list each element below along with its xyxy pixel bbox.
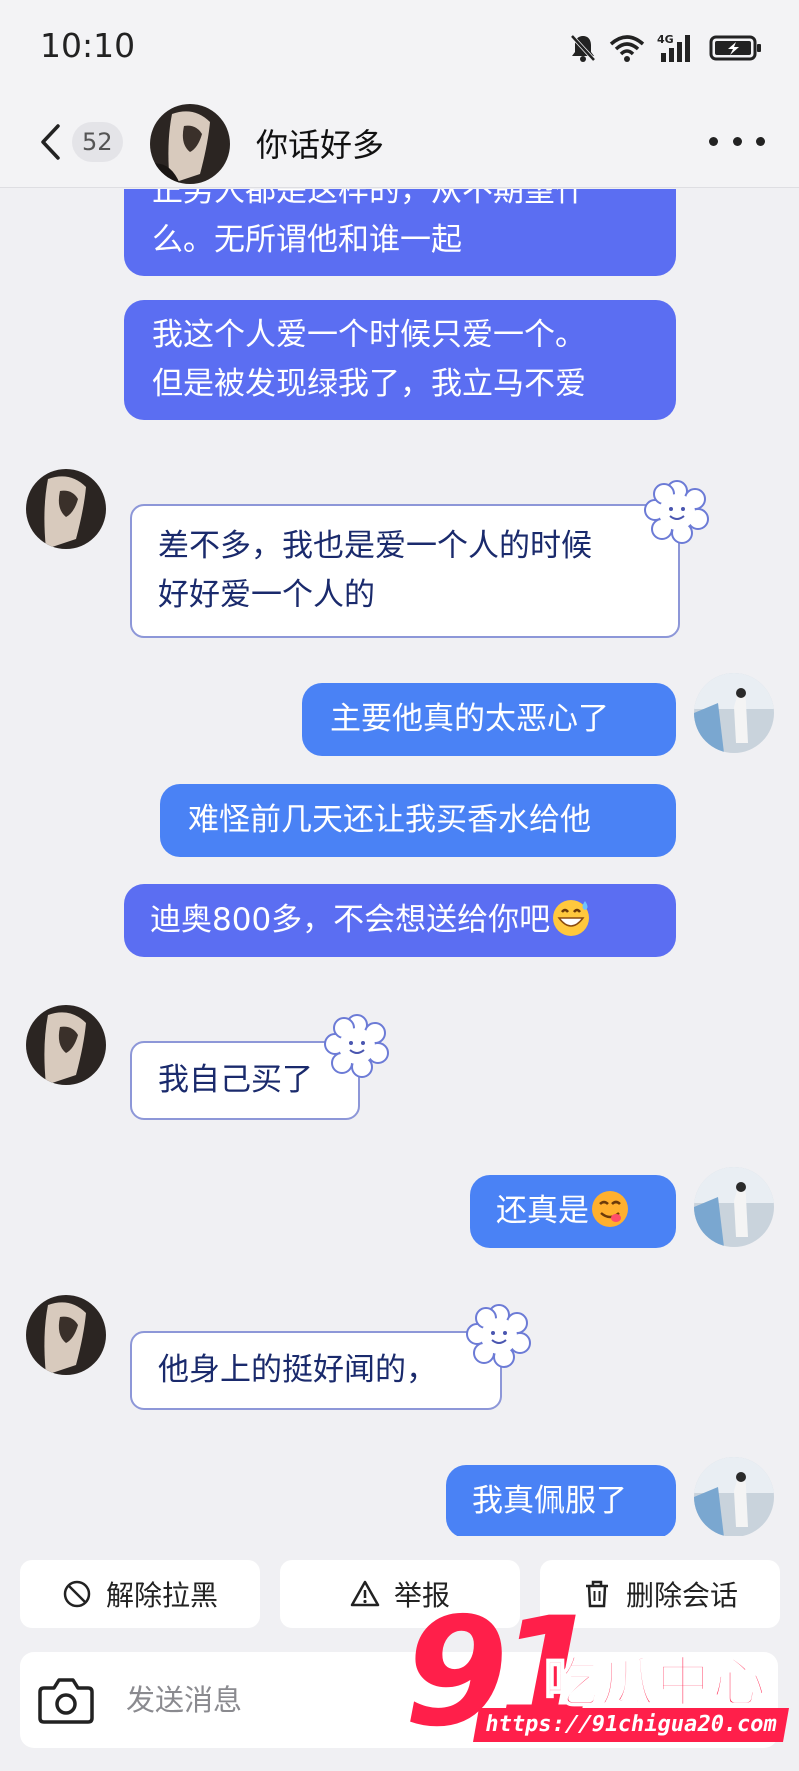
message-text: 正男人都是这样的，从不期望什 [152,189,586,209]
message-text: 我真佩服了 [472,1483,627,1519]
message-bubble-incoming[interactable]: 他身上的挺好闻的， [130,1331,502,1410]
status-icons: 4G [569,30,763,66]
message-text: 还真是 [496,1193,589,1229]
flower-sticker-icon [644,480,709,544]
message-text: 他身上的挺好闻的， [158,1352,437,1388]
battery-charging-icon [709,35,761,61]
my-avatar[interactable] [694,673,774,753]
status-time: 10:10 [40,26,136,65]
message-bubble-outgoing[interactable]: 还真是 [470,1175,676,1248]
contact-avatar[interactable] [150,104,230,184]
grinning-sweat-emoji [553,900,590,936]
flower-sticker-icon [324,1014,389,1078]
watermark-text: 吃瓜中心 [543,1650,768,1715]
chat-title: 你话好多 [256,126,385,164]
more-options-button[interactable] [709,126,765,156]
my-avatar[interactable] [694,1167,774,1247]
more-horizontal-icon [709,136,718,146]
bell-off-icon [570,34,596,62]
message-text: 但是被发现绿我了，我立马不爱 [152,366,586,402]
contact-avatar[interactable] [26,1005,106,1085]
message-text: 主要他真的太恶心了 [330,701,609,737]
chevron-left-icon [41,124,60,160]
message-text: 我自己买了 [158,1062,313,1098]
message-text: 我这个人爱一个时候只爱一个。 [152,317,586,353]
message-text: 迪奥800多，不会想送给你吧 [150,902,551,938]
warning-icon [350,1580,380,1607]
unblock-button[interactable]: 解除拉黑 [20,1560,260,1628]
unread-count-badge: 52 [72,122,123,162]
message-bubble-outgoing[interactable]: 难怪前几天还让我买香水给他 [160,784,676,857]
unblock-label: 解除拉黑 [105,1579,218,1612]
message-bubble-outgoing[interactable]: 我真佩服了 [446,1465,676,1536]
flower-sticker-icon [466,1304,531,1368]
message-text: 么。无所谓他和谁一起 [152,222,462,258]
chat-header: 52 你话好多 [0,96,799,188]
message-bubble-incoming[interactable]: 差不多，我也是爱一个人的时候 好好爱一个人的 [130,504,680,638]
contact-avatar[interactable] [26,469,106,549]
message-text: 难怪前几天还让我买香水给他 [188,802,591,838]
contact-avatar[interactable] [26,1295,106,1375]
signal-4g-icon: 4G [657,33,690,62]
status-bar: 10:10 4G [0,0,799,96]
yum-emoji [592,1191,628,1227]
message-bubble-outgoing[interactable]: 主要他真的太恶心了 [302,683,676,756]
message-list[interactable]: 正男人都是这样的，从不期望什 么。无所谓他和谁一起 我这个人爱一个时候只爱一个。… [0,189,799,1536]
back-button[interactable]: 52 [38,118,128,166]
message-bubble-outgoing[interactable]: 正男人都是这样的，从不期望什 么。无所谓他和谁一起 [124,189,676,276]
watermark-url: https://91chigua20.com [473,1708,789,1742]
network-label: 4G [657,33,674,46]
message-text: 好好爱一个人的 [158,577,375,613]
message-bubble-outgoing[interactable]: 我这个人爱一个时候只爱一个。 但是被发现绿我了，我立马不爱 [124,300,676,420]
message-text: 差不多，我也是爱一个人的时候 [158,528,592,564]
message-bubble-outgoing[interactable]: 迪奥800多，不会想送给你吧 [124,884,676,957]
camera-icon[interactable] [38,1674,94,1726]
wifi-icon [609,35,645,62]
watermark-logo: 91 吃瓜中心 https://91chigua20.com [404,1598,794,1748]
my-avatar[interactable] [694,1457,774,1536]
block-icon [63,1580,91,1608]
